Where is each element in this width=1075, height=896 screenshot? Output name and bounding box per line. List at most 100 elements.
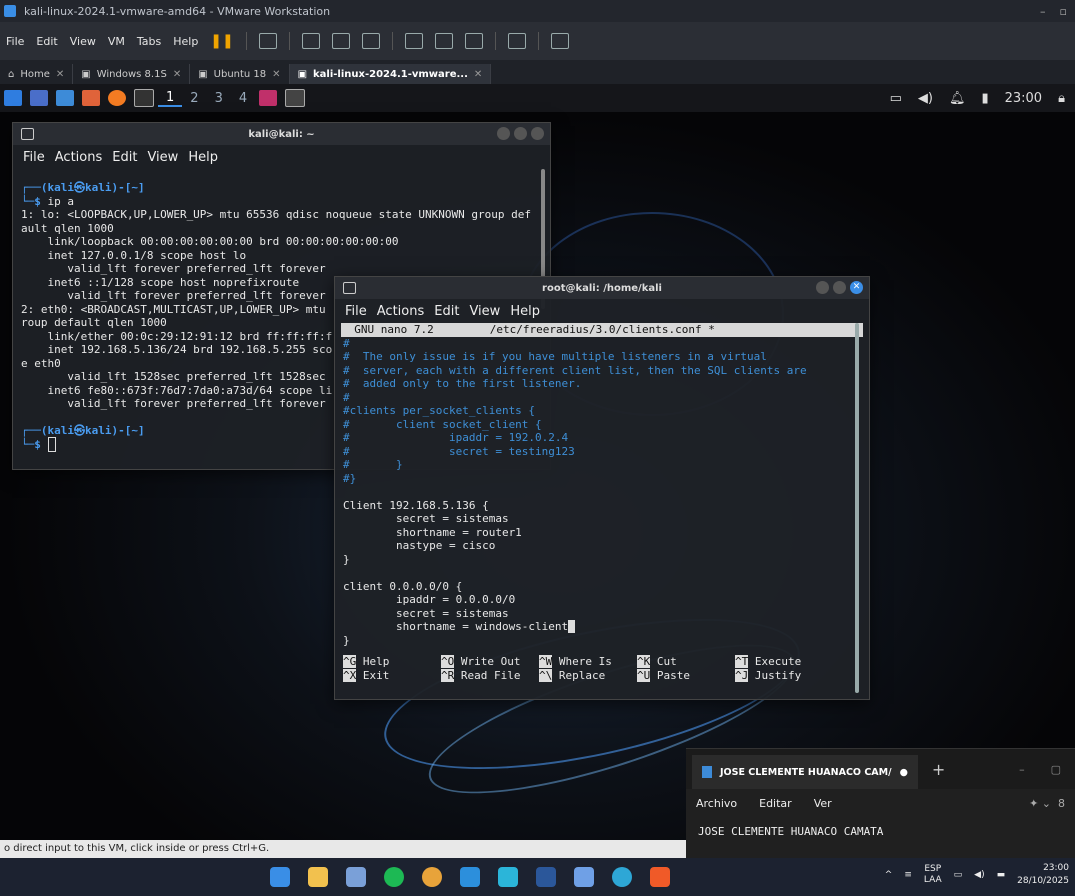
close-icon[interactable]: ✕	[173, 69, 181, 80]
menu-file[interactable]: File	[23, 150, 45, 165]
volume-icon[interactable]: ◀)	[918, 91, 933, 106]
menu-file[interactable]: File	[345, 304, 367, 319]
nano-editor-area[interactable]: # # The only issue is if you have multip…	[335, 337, 869, 648]
close-icon[interactable]: ✕	[56, 69, 64, 80]
notification-icon[interactable]: 🔔︎	[949, 91, 966, 106]
word-icon[interactable]	[536, 867, 556, 887]
snapshot-manager-icon[interactable]	[361, 33, 380, 49]
notepad-icon[interactable]	[574, 867, 594, 887]
workspace-2[interactable]: 2	[182, 91, 206, 106]
scrollbar[interactable]	[855, 323, 859, 693]
vscode-icon[interactable]	[460, 867, 480, 887]
shortcut-cut[interactable]: ^K Cut	[637, 655, 735, 669]
shortcut-execute[interactable]: ^T Execute	[735, 655, 845, 669]
chevron-up-icon[interactable]: ^	[885, 870, 893, 880]
terminal-icon[interactable]	[134, 89, 154, 107]
menu-help[interactable]: Help	[188, 150, 218, 165]
menu-actions[interactable]: Actions	[55, 150, 103, 165]
app-icon[interactable]	[498, 867, 518, 887]
close-icon[interactable]: ✕	[474, 69, 482, 80]
taskbar-clock[interactable]: 23:00 28/10/2025	[1017, 862, 1069, 888]
brave-icon[interactable]	[650, 867, 670, 887]
show-library-icon[interactable]	[404, 33, 423, 49]
maximize-button[interactable]	[514, 127, 527, 140]
volume-icon[interactable]: ◀)	[974, 870, 984, 880]
show-desktop-icon[interactable]	[30, 90, 48, 106]
close-icon[interactable]: ✕	[272, 69, 280, 80]
workspace-3[interactable]: 3	[207, 91, 231, 106]
terminal-titlebar[interactable]: kali@kali: ~	[13, 123, 550, 145]
workspace-4[interactable]: 4	[231, 91, 255, 106]
keyboard-icon[interactable]: ≡	[904, 870, 912, 880]
maximize-icon[interactable]: ▫	[1060, 5, 1067, 18]
maximize-button[interactable]	[833, 281, 846, 294]
file-manager-icon[interactable]	[56, 90, 74, 106]
notepad-window[interactable]: JOSE CLEMENTE HUANACO CAM/ ● + – ▢ Archi…	[686, 748, 1075, 859]
menu-archivo[interactable]: Archivo	[696, 797, 737, 810]
tab-ubuntu[interactable]: ▣ Ubuntu 18 ✕	[190, 64, 290, 84]
menu-actions[interactable]: Actions	[377, 304, 425, 319]
send-ctrl-alt-del-icon[interactable]	[258, 33, 277, 49]
menu-edit[interactable]: Edit	[30, 35, 63, 48]
battery-icon[interactable]: ▮	[981, 91, 988, 106]
terminal-titlebar[interactable]: root@kali: /home/kali ✕	[335, 277, 869, 299]
menu-view[interactable]: View	[64, 35, 102, 48]
firefox-icon[interactable]	[108, 90, 126, 106]
snapshot-icon[interactable]	[301, 33, 320, 49]
minimize-icon[interactable]: –	[1040, 5, 1046, 18]
pause-icon[interactable]: ❚❚	[210, 33, 233, 49]
shortcut-write-out[interactable]: ^O Write Out	[441, 655, 539, 669]
close-button[interactable]	[531, 127, 544, 140]
menu-tabs[interactable]: Tabs	[131, 35, 167, 48]
file-explorer-icon[interactable]	[308, 867, 328, 887]
revert-snapshot-icon[interactable]	[331, 33, 350, 49]
terminal-window-icon[interactable]	[285, 89, 306, 107]
shortcut-where-is[interactable]: ^W Where Is	[539, 655, 637, 669]
tab-home[interactable]: ⌂ Home ✕	[0, 64, 74, 84]
shortcut-replace[interactable]: ^\ Replace	[539, 668, 637, 683]
fullscreen-icon[interactable]	[464, 33, 483, 49]
menu-editar[interactable]: Editar	[759, 797, 792, 810]
shortcut-justify[interactable]: ^J Justify	[735, 668, 845, 683]
start-icon[interactable]	[270, 867, 290, 887]
kali-menu-icon[interactable]	[4, 90, 22, 106]
minimize-icon[interactable]: –	[1019, 763, 1025, 776]
copilot-icon[interactable]: ✦ ⌄ 8	[1029, 797, 1065, 810]
menu-help[interactable]: Help	[510, 304, 540, 319]
app-icon[interactable]	[259, 90, 278, 106]
console-view-icon[interactable]	[507, 33, 526, 49]
terminal-window-root[interactable]: root@kali: /home/kali ✕ File Actions Edi…	[334, 276, 870, 700]
tab-windows[interactable]: ▣ Windows 8.1S ✕	[73, 64, 191, 84]
display-icon[interactable]: ▭	[890, 91, 902, 106]
menu-file[interactable]: File	[0, 35, 30, 48]
stretch-guest-icon[interactable]	[550, 33, 569, 49]
close-button[interactable]: ✕	[850, 281, 863, 294]
lock-icon[interactable]: 🔒︎	[1058, 91, 1065, 106]
battery-icon[interactable]: ▬	[997, 870, 1006, 880]
workspace-1[interactable]: 1	[158, 90, 183, 107]
minimize-button[interactable]	[497, 127, 510, 140]
shortcut-read-file[interactable]: ^R Read File	[441, 668, 539, 683]
vmware-icon[interactable]	[346, 867, 366, 887]
shortcut-exit[interactable]: ^X Exit	[343, 668, 441, 683]
spotify-icon[interactable]	[384, 867, 404, 887]
maximize-icon[interactable]: ▢	[1051, 763, 1061, 776]
shortcut-help[interactable]: ^G Help	[343, 655, 441, 669]
shortcut-paste[interactable]: ^U Paste	[637, 668, 735, 683]
language-indicator[interactable]: ESP LAA	[924, 864, 942, 886]
network-icon[interactable]: ▭	[954, 870, 963, 880]
text-editor-icon[interactable]	[82, 90, 100, 106]
menu-edit[interactable]: Edit	[112, 150, 137, 165]
chrome-icon[interactable]	[422, 867, 442, 887]
new-tab-icon[interactable]: +	[932, 760, 945, 779]
menu-ver[interactable]: Ver	[814, 797, 832, 810]
menu-vm[interactable]: VM	[102, 35, 131, 48]
menu-help[interactable]: Help	[167, 35, 204, 48]
minimize-button[interactable]	[816, 281, 829, 294]
thumbnail-view-icon[interactable]	[434, 33, 453, 49]
notepad-content[interactable]: JOSE CLEMENTE HUANACO CAMATA	[686, 817, 1075, 846]
menu-view[interactable]: View	[469, 304, 500, 319]
menu-edit[interactable]: Edit	[434, 304, 459, 319]
menu-view[interactable]: View	[147, 150, 178, 165]
notepad-tab[interactable]: JOSE CLEMENTE HUANACO CAM/ ●	[692, 755, 918, 789]
